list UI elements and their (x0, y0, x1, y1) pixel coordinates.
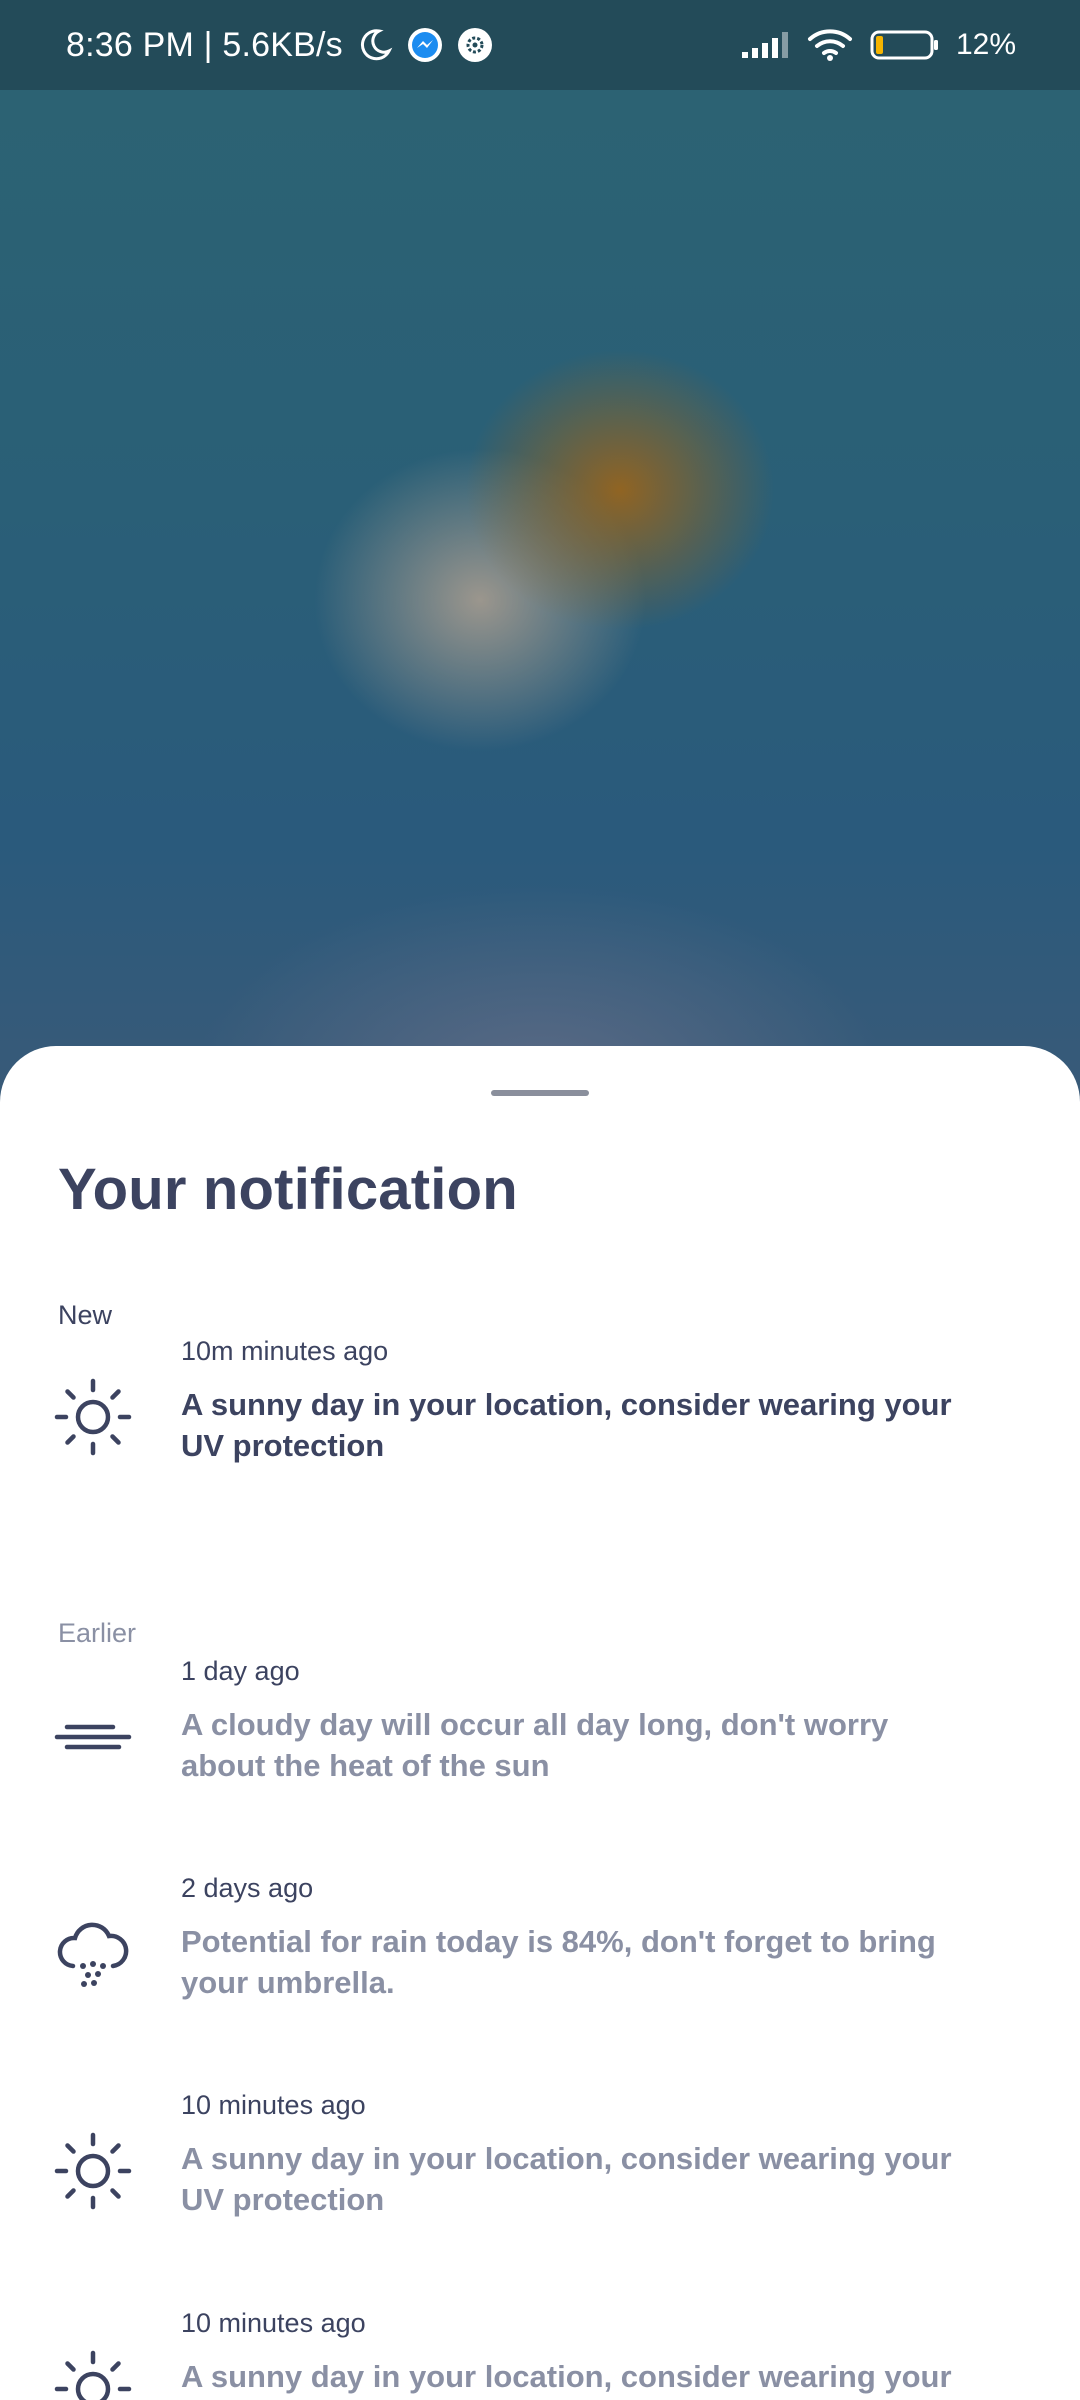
battery-percent: 12% (955, 28, 1016, 61)
status-bar-right: 12% (740, 28, 1016, 62)
notification-time: 2 days ago (181, 1873, 314, 1903)
signal-icon (740, 30, 790, 60)
battery-icon (870, 29, 940, 61)
notification-item[interactable]: 10 minutes ago A sunny day in your locat… (0, 2308, 1080, 2400)
wind-icon (52, 1696, 134, 1778)
notification-item[interactable]: 10m minutes ago A sunny day in your loca… (0, 1336, 1080, 1486)
sun-icon (52, 1376, 134, 1458)
sheet-title: Your notification (58, 1157, 518, 1222)
sheet-drag-handle[interactable] (491, 1090, 589, 1096)
notification-time: 10m minutes ago (181, 1336, 389, 1366)
messenger-icon (407, 27, 443, 63)
rain-cloud-icon (52, 1913, 134, 1995)
section-label-earlier: Earlier (58, 1618, 137, 1648)
notification-item[interactable]: 1 day ago A cloudy day will occur all da… (0, 1656, 1080, 1806)
notification-sheet: Your notification New 10m minutes ago A … (0, 1046, 1080, 2400)
notification-time: 1 day ago (181, 1656, 300, 1686)
notification-message: A sunny day in your location, consider w… (181, 1387, 952, 1463)
status-bar-left: 8:36 PM | 5.6KB/s (66, 26, 493, 65)
notification-time: 10 minutes ago (181, 2090, 366, 2120)
section-label-new: New (58, 1300, 113, 1330)
settings-badge-icon (457, 27, 493, 63)
notification-message: A sunny day in your location, consider w… (181, 2359, 952, 2394)
weather-background (0, 0, 1080, 1120)
notification-message: A sunny day in your location, consider w… (181, 2141, 952, 2217)
wifi-icon (806, 28, 854, 62)
notification-message: A cloudy day will occur all day long, do… (181, 1707, 889, 1783)
status-time: 8:36 PM | 5.6KB/s (66, 25, 343, 64)
status-bar: 8:36 PM | 5.6KB/s 12% (0, 0, 1080, 90)
notification-item[interactable]: 2 days ago Potential for rain today is 8… (0, 1873, 1080, 2023)
moon-icon (357, 27, 393, 63)
sun-icon (52, 2130, 134, 2212)
notification-message: Potential for rain today is 84%, don't f… (181, 1924, 936, 2000)
sun-icon (52, 2348, 134, 2400)
notification-item[interactable]: 10 minutes ago A sunny day in your locat… (0, 2090, 1080, 2240)
notification-time: 10 minutes ago (181, 2308, 366, 2338)
